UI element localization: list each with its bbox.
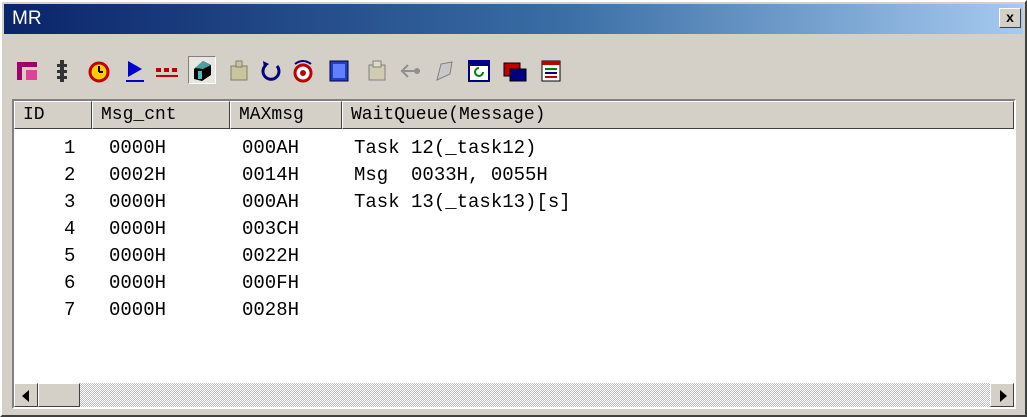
table-row[interactable]: 5 0000H 0022H: [14, 243, 1014, 269]
mr-window: MR x ID Msg_cnt MAXmsg WaitQueue(Message…: [0, 0, 1027, 417]
title-bar[interactable]: MR x: [4, 4, 1023, 34]
cell-id: 4: [64, 218, 76, 240]
dtq-icon[interactable]: [154, 58, 180, 84]
back-icon[interactable]: [398, 58, 424, 84]
horizontal-scrollbar[interactable]: [14, 383, 1014, 407]
cell-msg-cnt: 0000H: [109, 137, 167, 159]
cell-msg-cnt: 0000H: [109, 245, 167, 267]
table-row[interactable]: 1 0000H 000AH Task 12(_task12): [14, 135, 1014, 161]
cell-maxmsg: 0028H: [242, 299, 300, 321]
cell-waitqueue: Task 13(_task13)[s]: [354, 191, 571, 213]
mpf-icon[interactable]: [226, 58, 252, 84]
cell-id: 3: [64, 191, 76, 213]
task-icon[interactable]: [14, 58, 40, 84]
cell-maxmsg: 003CH: [242, 218, 300, 240]
arrow-left-icon: [22, 390, 29, 402]
cell-maxmsg: 000FH: [242, 272, 300, 294]
header-maxmsg[interactable]: MAXmsg: [230, 101, 342, 129]
refresh-icon[interactable]: [432, 58, 458, 84]
header-waitqueue[interactable]: WaitQueue(Message): [342, 101, 1014, 129]
alarm-icon[interactable]: [86, 58, 112, 84]
cell-msg-cnt: 0000H: [109, 218, 167, 240]
cyclic-handler-icon[interactable]: [258, 58, 284, 84]
table-row[interactable]: 3 0000H 000AH Task 13(_task13)[s]: [14, 189, 1014, 215]
table-header: ID Msg_cnt MAXmsg WaitQueue(Message): [14, 101, 1014, 129]
cell-maxmsg: 000AH: [242, 137, 300, 159]
cell-id: 1: [64, 137, 76, 159]
cell-waitqueue: Msg 0033H, 0055H: [354, 164, 548, 186]
header-msg-cnt[interactable]: Msg_cnt: [92, 101, 230, 129]
table-row[interactable]: 6 0000H 000FH: [14, 270, 1014, 296]
window-title: MR: [12, 8, 42, 29]
display-icon[interactable]: [502, 58, 528, 84]
interrupt-icon[interactable]: [290, 58, 316, 84]
cell-msg-cnt: 0002H: [109, 164, 167, 186]
cell-msg-cnt: 0000H: [109, 191, 167, 213]
cell-id: 6: [64, 272, 76, 294]
cell-msg-cnt: 0000H: [109, 272, 167, 294]
cell-id: 7: [64, 299, 76, 321]
cell-id: 5: [64, 245, 76, 267]
arrow-right-icon: [1000, 390, 1007, 402]
message-table: ID Msg_cnt MAXmsg WaitQueue(Message) 1 0…: [12, 99, 1016, 409]
scroll-left-button[interactable]: [14, 383, 38, 407]
table-row[interactable]: 2 0002H 0014H Msg 0033H, 0055H: [14, 162, 1014, 188]
toolbar: [4, 38, 1023, 94]
mailbox-icon[interactable]: [188, 56, 216, 84]
trace-icon[interactable]: [538, 58, 564, 84]
table-row[interactable]: 7 0000H 0028H: [14, 297, 1014, 323]
scroll-thumb[interactable]: [38, 383, 80, 407]
cell-maxmsg: 000AH: [242, 191, 300, 213]
close-button[interactable]: x: [999, 8, 1021, 28]
table-row[interactable]: 4 0000H 003CH: [14, 216, 1014, 242]
cyclic-icon[interactable]: [122, 58, 148, 84]
header-id[interactable]: ID: [14, 101, 92, 129]
copy-icon[interactable]: [364, 58, 390, 84]
window-refresh-icon[interactable]: [466, 58, 492, 84]
scroll-right-button[interactable]: [990, 383, 1014, 407]
sem-icon[interactable]: [50, 58, 76, 84]
memory-icon[interactable]: [326, 58, 352, 84]
cell-msg-cnt: 0000H: [109, 299, 167, 321]
cell-waitqueue: Task 12(_task12): [354, 137, 537, 159]
cell-maxmsg: 0014H: [242, 164, 300, 186]
cell-id: 2: [64, 164, 76, 186]
cell-maxmsg: 0022H: [242, 245, 300, 267]
